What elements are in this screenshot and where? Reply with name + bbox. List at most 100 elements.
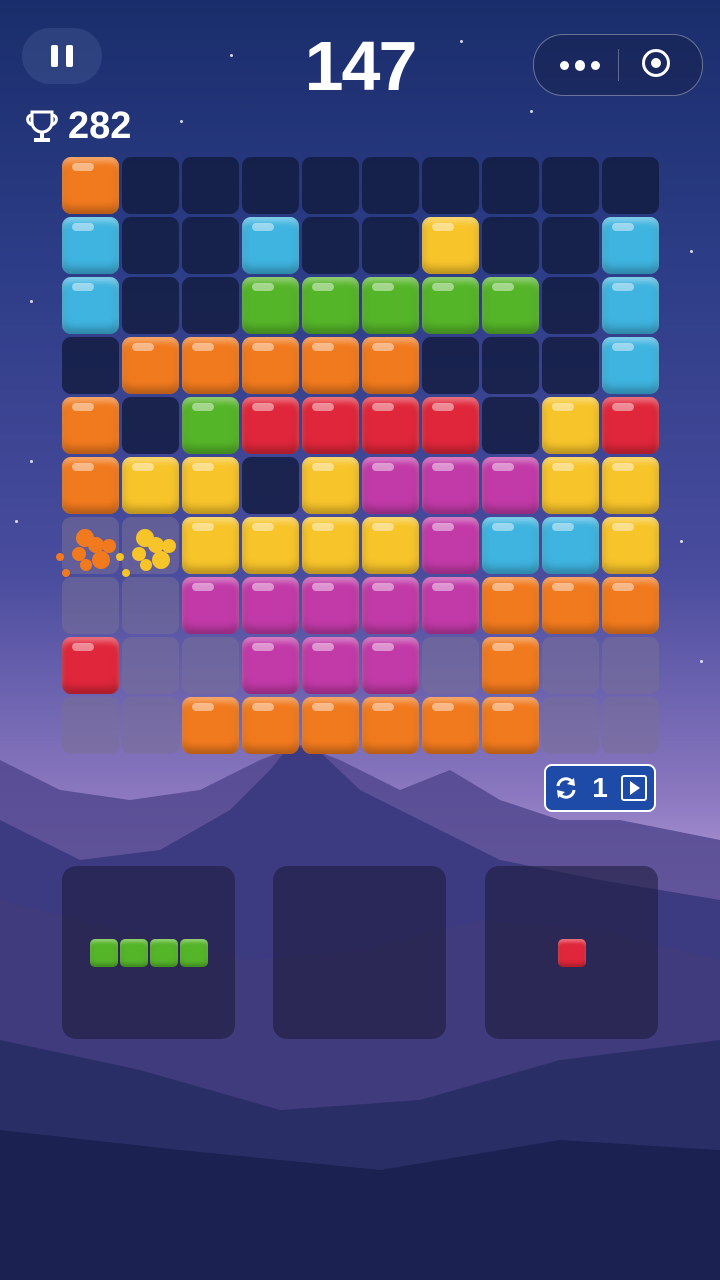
board-cell-red[interactable] [602, 397, 659, 454]
board-cell-blue[interactable] [602, 337, 659, 394]
board-cell-red[interactable] [62, 637, 119, 694]
target-icon[interactable] [642, 49, 670, 77]
board-cell-orange[interactable] [302, 697, 359, 754]
board-cell-empty[interactable] [422, 637, 479, 694]
board-cell-orange[interactable] [602, 577, 659, 634]
board-cell-empty[interactable] [182, 637, 239, 694]
board-cell-orange[interactable] [362, 337, 419, 394]
board-cell-purple[interactable] [362, 637, 419, 694]
piece-block-green[interactable] [149, 938, 178, 967]
board-cell-yellow[interactable] [602, 457, 659, 514]
board-cell-empty[interactable] [542, 697, 599, 754]
board-cell-empty[interactable] [482, 337, 539, 394]
board-cell-yellow[interactable] [302, 457, 359, 514]
board-cell-purple[interactable] [182, 577, 239, 634]
board-cell-yellow[interactable] [182, 457, 239, 514]
board-cell-empty[interactable] [182, 157, 239, 214]
board-cell-purple[interactable] [302, 637, 359, 694]
board-cell-orange[interactable] [482, 637, 539, 694]
board-cell-empty[interactable] [62, 337, 119, 394]
board-cell-empty[interactable] [302, 217, 359, 274]
board-cell-empty[interactable] [302, 157, 359, 214]
board-cell-empty[interactable] [122, 577, 179, 634]
board-cell-yellow[interactable] [122, 457, 179, 514]
board-cell-orange[interactable] [182, 337, 239, 394]
board-cell-orange[interactable] [62, 457, 119, 514]
board-cell-blue[interactable] [602, 217, 659, 274]
board-cell-empty[interactable] [542, 217, 599, 274]
game-board[interactable] [56, 157, 660, 754]
piece-block-green[interactable] [119, 938, 148, 967]
board-cell-empty[interactable] [482, 397, 539, 454]
refresh-pieces-button[interactable]: 1 [544, 764, 656, 812]
board-cell-empty[interactable] [122, 277, 179, 334]
board-cell-blue[interactable] [602, 277, 659, 334]
board-cell-blue[interactable] [542, 517, 599, 574]
board-cell-purple[interactable] [422, 577, 479, 634]
board-cell-blue[interactable] [482, 517, 539, 574]
board-cell-green[interactable] [362, 277, 419, 334]
board-cell-empty[interactable] [122, 157, 179, 214]
board-cell-red[interactable] [242, 397, 299, 454]
board-cell-yellow[interactable] [602, 517, 659, 574]
board-cell-yellow[interactable] [362, 517, 419, 574]
board-cell-yellow[interactable] [302, 517, 359, 574]
piece-block-green[interactable] [89, 938, 118, 967]
board-cell-empty[interactable] [242, 457, 299, 514]
piece-slot-2[interactable] [273, 866, 446, 1039]
board-cell-empty[interactable] [542, 337, 599, 394]
board-cell-purple[interactable] [482, 457, 539, 514]
board-cell-blue[interactable] [62, 217, 119, 274]
board-cell-purple[interactable] [422, 457, 479, 514]
board-cell-orange[interactable] [482, 577, 539, 634]
board-cell-yellow[interactable] [242, 517, 299, 574]
piece-slot-3[interactable] [485, 866, 658, 1039]
piece-block-green[interactable] [179, 938, 208, 967]
board-cell-empty[interactable] [422, 157, 479, 214]
board-cell-purple[interactable] [362, 457, 419, 514]
board-cell-orange[interactable] [182, 697, 239, 754]
board-cell-empty[interactable] [122, 397, 179, 454]
board-cell-orange[interactable] [362, 697, 419, 754]
board-cell-blue[interactable] [62, 277, 119, 334]
board-cell-purple[interactable] [302, 577, 359, 634]
board-cell-red[interactable] [302, 397, 359, 454]
board-cell-empty[interactable] [62, 577, 119, 634]
board-cell-orange[interactable] [242, 337, 299, 394]
board-cell-purple[interactable] [242, 577, 299, 634]
board-cell-empty[interactable] [482, 217, 539, 274]
board-cell-orange[interactable] [122, 337, 179, 394]
board-cell-empty[interactable] [62, 697, 119, 754]
board-cell-orange[interactable] [302, 337, 359, 394]
board-cell-purple[interactable] [242, 637, 299, 694]
board-cell-red[interactable] [422, 397, 479, 454]
more-dots-icon[interactable] [560, 57, 600, 73]
board-cell-empty[interactable] [122, 697, 179, 754]
board-cell-orange[interactable] [542, 577, 599, 634]
board-cell-purple[interactable] [362, 577, 419, 634]
board-cell-green[interactable] [422, 277, 479, 334]
board-cell-empty[interactable] [362, 217, 419, 274]
board-cell-empty[interactable] [122, 637, 179, 694]
board-cell-orange[interactable] [62, 157, 119, 214]
board-cell-empty[interactable] [602, 157, 659, 214]
board-cell-green[interactable] [182, 397, 239, 454]
board-cell-empty[interactable] [542, 637, 599, 694]
board-cell-empty[interactable] [182, 217, 239, 274]
board-cell-green[interactable] [482, 277, 539, 334]
board-cell-empty[interactable] [542, 157, 599, 214]
board-cell-green[interactable] [242, 277, 299, 334]
piece-slot-1[interactable] [62, 866, 235, 1039]
board-cell-clearing[interactable] [116, 517, 179, 577]
board-cell-empty[interactable] [482, 157, 539, 214]
board-cell-yellow[interactable] [422, 217, 479, 274]
board-cell-orange[interactable] [422, 697, 479, 754]
board-cell-empty[interactable] [362, 157, 419, 214]
board-cell-yellow[interactable] [182, 517, 239, 574]
board-cell-orange[interactable] [482, 697, 539, 754]
board-cell-red[interactable] [362, 397, 419, 454]
board-cell-empty[interactable] [602, 697, 659, 754]
board-cell-empty[interactable] [422, 337, 479, 394]
board-cell-blue[interactable] [242, 217, 299, 274]
board-cell-purple[interactable] [422, 517, 479, 574]
